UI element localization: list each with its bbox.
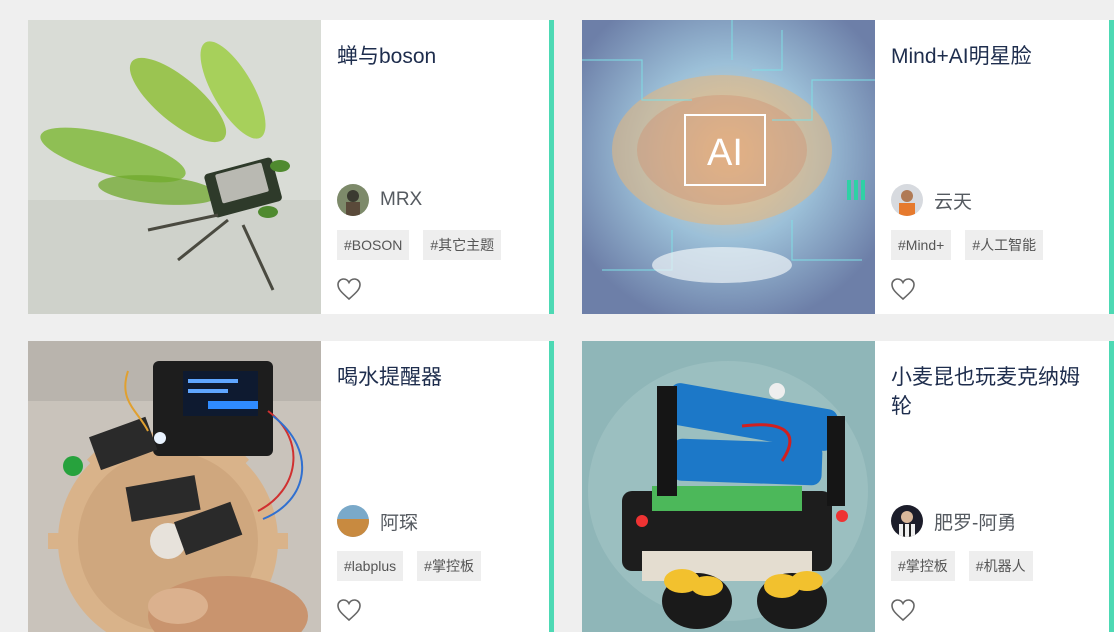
tag[interactable]: #人工智能 — [965, 230, 1044, 260]
card-info: Mind+AI明星脸 云天 #Mind+ #人工智能 — [875, 20, 1114, 314]
author[interactable]: MRX — [337, 184, 422, 216]
tag[interactable]: #BOSON — [337, 230, 410, 260]
heart-outline-icon[interactable] — [336, 598, 362, 622]
tag-list: #labplus #掌控板 — [337, 551, 495, 581]
project-card[interactable]: 蝉与boson MRX #BOSON #其它主题 — [28, 20, 554, 314]
project-card[interactable]: 喝水提醒器 阿琛 #labplus #掌控板 — [28, 341, 554, 632]
tag-list: #掌控板 #机器人 — [891, 551, 1047, 581]
heart-outline-icon[interactable] — [336, 277, 362, 301]
avatar[interactable] — [337, 505, 369, 537]
author-name[interactable]: MRX — [380, 189, 422, 211]
project-title[interactable]: 喝水提醒器 — [337, 363, 525, 392]
tag[interactable]: #labplus — [337, 551, 404, 581]
project-title[interactable]: Mind+AI明星脸 — [891, 42, 1085, 71]
author[interactable]: 云天 — [891, 184, 972, 216]
author-name[interactable]: 阿琛 — [380, 508, 418, 535]
ai-label: AI — [707, 132, 743, 174]
avatar[interactable] — [891, 184, 923, 216]
author[interactable]: 阿琛 — [337, 505, 418, 537]
project-title[interactable]: 小麦昆也玩麦克纳姆轮 — [891, 363, 1085, 421]
card-info: 喝水提醒器 阿琛 #labplus #掌控板 — [321, 341, 554, 632]
card-info: 小麦昆也玩麦克纳姆轮 肥罗-阿勇 #掌控板 #机器人 — [875, 341, 1114, 632]
project-thumbnail[interactable] — [28, 20, 321, 314]
project-thumbnail[interactable] — [28, 341, 321, 632]
heart-outline-icon[interactable] — [890, 598, 916, 622]
project-thumbnail[interactable]: AI — [582, 20, 875, 314]
author[interactable]: 肥罗-阿勇 — [891, 505, 1016, 537]
tag-list: #BOSON #其它主题 — [337, 230, 515, 260]
card-info: 蝉与boson MRX #BOSON #其它主题 — [321, 20, 554, 314]
author-name[interactable]: 云天 — [934, 187, 972, 214]
avatar[interactable] — [891, 505, 923, 537]
project-card[interactable]: AI Mind+AI明星脸 云天 #Mind+ #人工智能 — [582, 20, 1114, 314]
tag[interactable]: #机器人 — [968, 551, 1033, 581]
tag[interactable]: #掌控板 — [891, 551, 955, 581]
tag[interactable]: #掌控板 — [417, 551, 481, 581]
project-card[interactable]: 小麦昆也玩麦克纳姆轮 肥罗-阿勇 #掌控板 #机器人 — [582, 341, 1114, 632]
project-thumbnail[interactable] — [582, 341, 875, 632]
heart-outline-icon[interactable] — [890, 277, 916, 301]
tag[interactable]: #其它主题 — [423, 230, 502, 260]
author-name[interactable]: 肥罗-阿勇 — [934, 508, 1016, 535]
tag-list: #Mind+ #人工智能 — [891, 230, 1057, 260]
tag[interactable]: #Mind+ — [891, 230, 952, 260]
project-title[interactable]: 蝉与boson — [337, 42, 525, 71]
avatar[interactable] — [337, 184, 369, 216]
